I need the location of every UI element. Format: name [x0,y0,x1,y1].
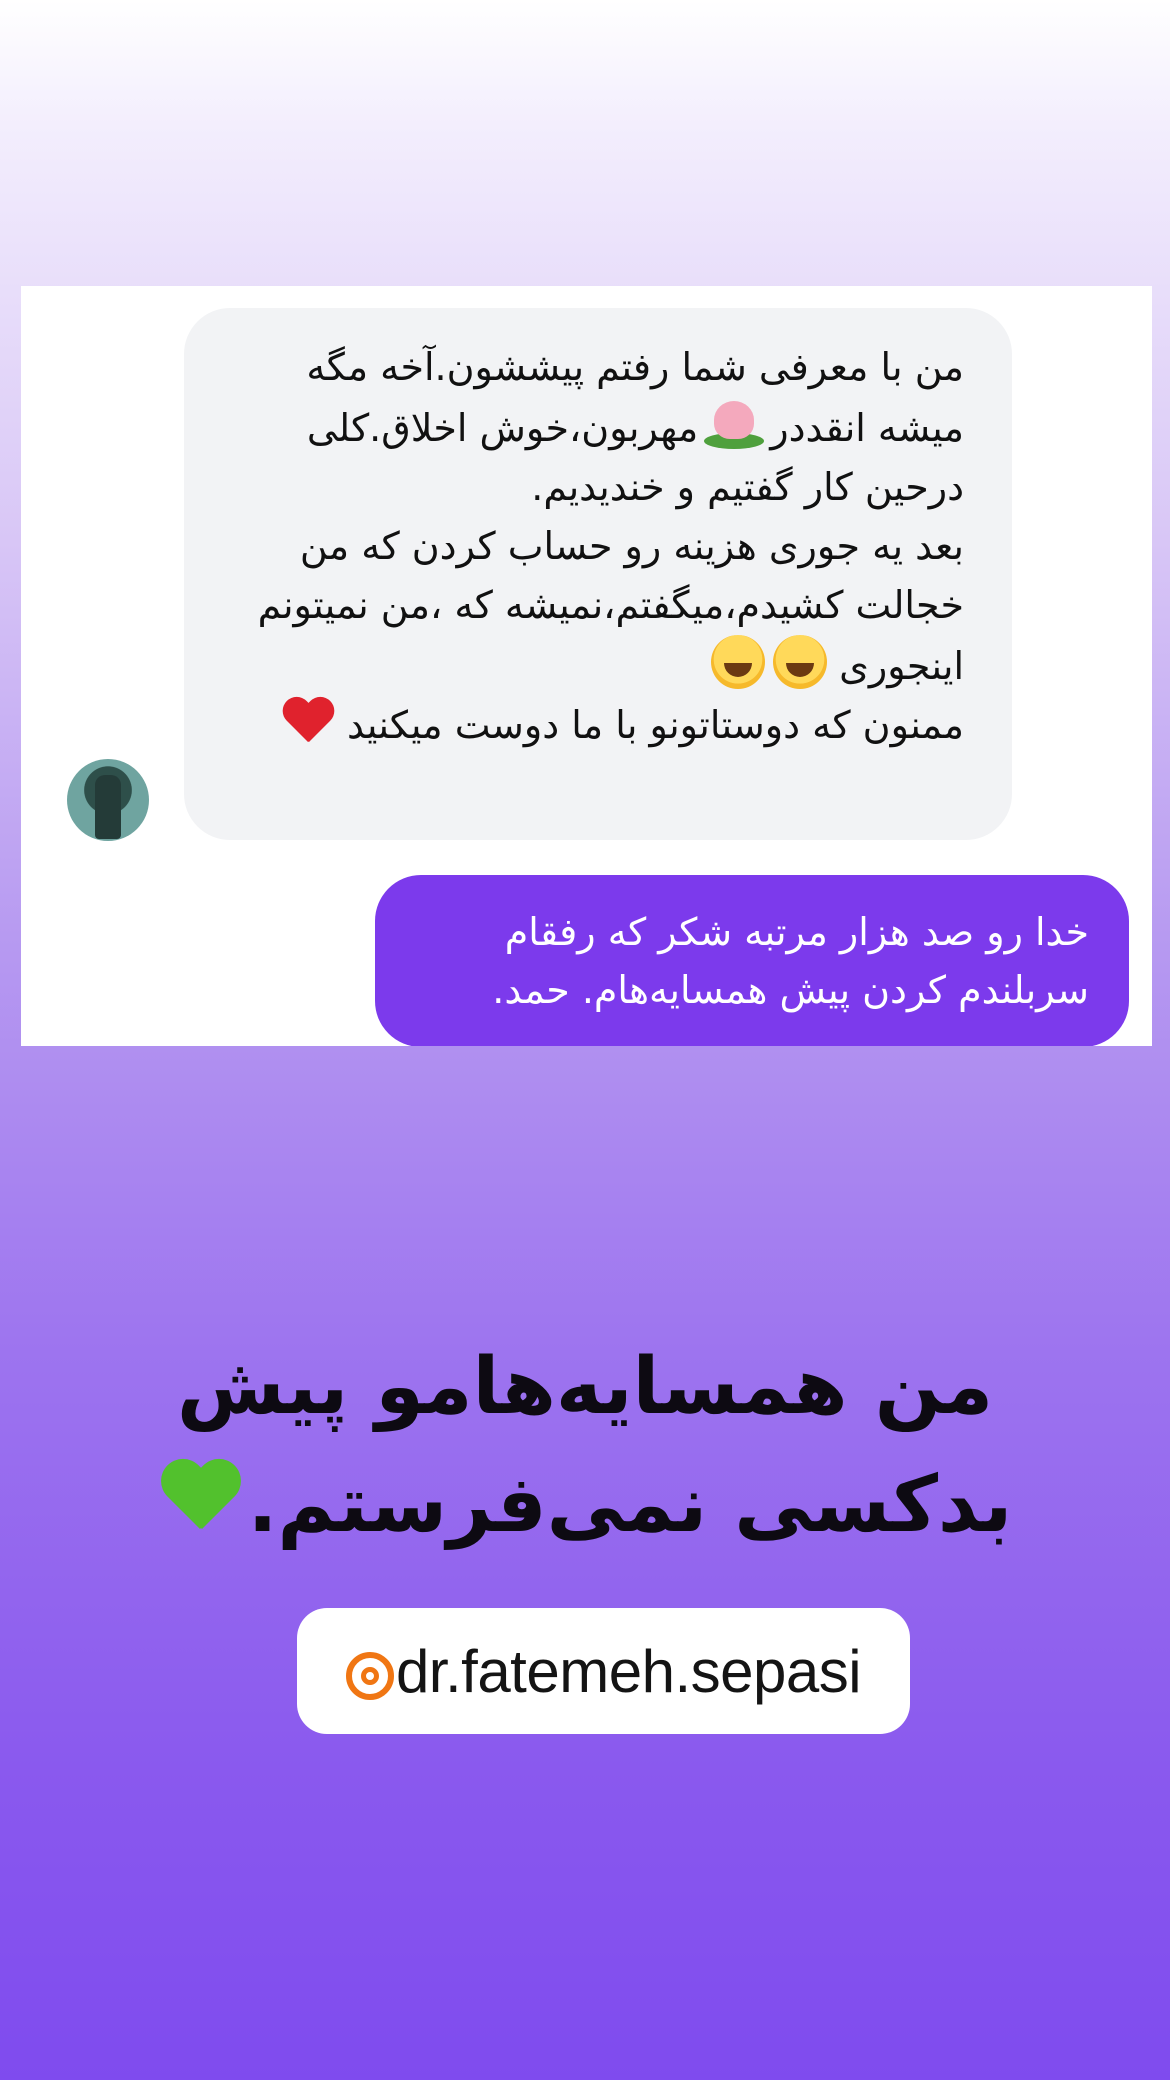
green-heart-emoji-icon [158,1457,242,1537]
threads-handle-sticker[interactable]: dr.fatemeh.sepasi [297,1608,910,1734]
handle-text: dr.fatemeh.sepasi [395,1637,862,1705]
lotus-emoji-icon [698,397,770,451]
incoming-message-paragraph-3: ممنون که دوستاتونو با ما دوست میکنید [224,696,964,755]
laughing-emoji-icon [711,635,766,689]
sender-avatar[interactable] [67,759,149,841]
incoming-message-paragraph-1: من با معرفی شما رفتم پیششون.آخه مگه میشه… [224,338,964,517]
threads-icon [345,1652,394,1700]
headline-text: من همسایه‌هامو پیش بدکسی نمی‌فرستم. [176,1342,1013,1550]
story-headline: من همسایه‌هامو پیش بدکسی نمی‌فرستم. [120,1328,1050,1564]
red-heart-emoji-icon [281,698,335,748]
incoming-message-paragraph-2: بعد یه جوری هزینه رو حساب کردن که من خجا… [224,517,964,696]
outgoing-message-bubble[interactable]: خدا رو صد هزار مرتبه شکر که رفقام سربلند… [375,875,1129,1046]
incoming-message-bubble[interactable]: من با معرفی شما رفتم پیششون.آخه مگه میشه… [184,308,1012,840]
outgoing-message-text: خدا رو صد هزار مرتبه شکر که رفقام سربلند… [492,910,1089,1012]
incoming-message-text-3: ممنون که دوستاتونو با ما دوست میکنید [346,703,964,747]
chat-screenshot-card: من با معرفی شما رفتم پیششون.آخه مگه میشه… [21,286,1152,1046]
incoming-message-text-2: بعد یه جوری هزینه رو حساب کردن که من خجا… [257,524,964,688]
laughing-emoji-icon [773,635,828,689]
